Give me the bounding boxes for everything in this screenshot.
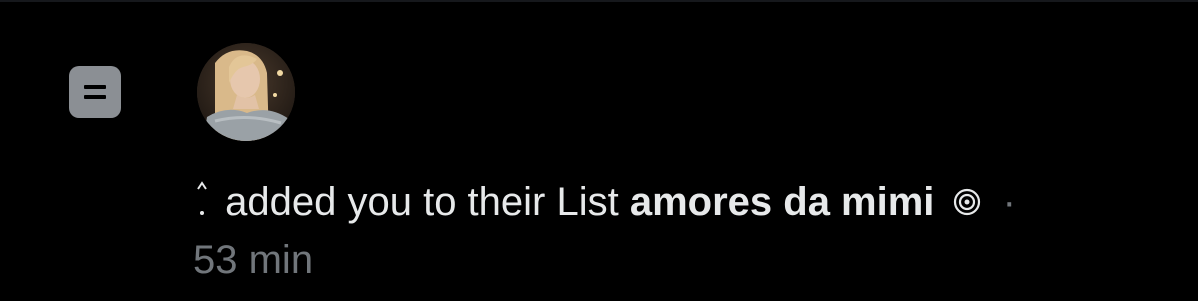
notification-text: added you to their List amores da mimi · [190, 174, 1180, 230]
notification-item[interactable]: added you to their List amores da mimi ·… [0, 0, 1198, 301]
separator-dot: · [1002, 180, 1016, 224]
action-text: added you to their List [225, 180, 619, 224]
avatar[interactable] [197, 43, 295, 141]
timestamp: 53 min [193, 238, 314, 282]
swirl-icon [953, 188, 980, 216]
list-icon [69, 66, 121, 118]
list-name-link[interactable]: amores da mimi [630, 180, 935, 224]
avatar-image [197, 43, 295, 141]
sparkle-name-icon[interactable] [190, 178, 214, 218]
